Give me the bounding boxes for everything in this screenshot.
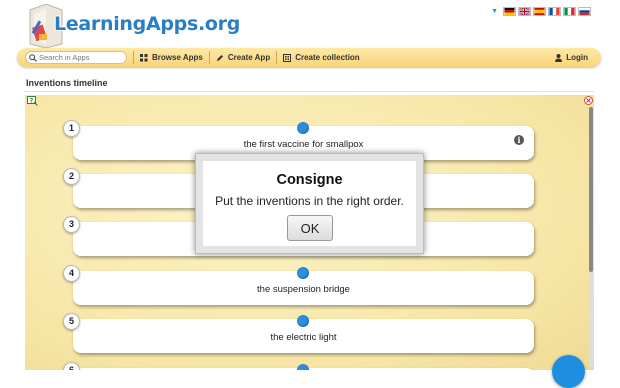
vertical-scrollbar[interactable] [589, 107, 593, 367]
fullscreen-icon[interactable] [584, 96, 593, 105]
collection-icon [283, 53, 292, 62]
flag-gb-icon[interactable] [518, 7, 531, 16]
chevron-down-icon[interactable]: ▼ [491, 8, 498, 15]
item-number-badge: 5 [63, 313, 80, 330]
create-app-link[interactable]: Create App [216, 53, 270, 62]
dialog-body: Consigne Put the inventions in the right… [203, 161, 416, 246]
user-icon [555, 53, 563, 62]
drag-handle[interactable] [297, 267, 309, 279]
search-box[interactable] [25, 51, 127, 64]
drag-handle[interactable] [297, 364, 309, 370]
nav-divider [208, 51, 210, 64]
grid-icon [140, 53, 148, 61]
scrollbar-thumb[interactable] [589, 107, 593, 272]
dialog-title: Consigne [276, 172, 343, 188]
item-label: the suspension bridge [257, 284, 350, 295]
create-collection-label: Create collection [295, 53, 360, 62]
item-number-badge: 1 [63, 120, 80, 137]
pencil-icon [216, 54, 223, 61]
login-label: Login [566, 53, 588, 62]
create-collection-link[interactable]: Create collection [283, 53, 360, 62]
item-number-badge: 6 [63, 362, 80, 370]
flag-de-icon[interactable] [503, 7, 516, 16]
language-selector[interactable]: ▼ [491, 7, 591, 16]
ok-button[interactable]: OK [287, 215, 333, 241]
nav-divider [276, 51, 278, 64]
timeline-item[interactable]: 4 the suspension bridge [63, 265, 534, 305]
help-icon[interactable]: ? [27, 96, 38, 106]
dialog-message: Put the inventions in the right order. [215, 194, 404, 208]
info-icon[interactable]: i [514, 135, 524, 145]
item-label: the first vaccine for smallpox [243, 139, 364, 150]
search-icon [29, 53, 37, 62]
title-divider [24, 91, 595, 92]
item-number-badge: 4 [63, 265, 80, 282]
logo-text: LearningApps.org [54, 13, 241, 35]
logo[interactable]: LearningApps.org [26, 2, 240, 50]
timeline-item[interactable]: 5 the electric light [63, 313, 534, 353]
drag-handle[interactable] [297, 315, 309, 327]
check-answer-button[interactable] [552, 355, 585, 388]
flag-it-icon[interactable] [563, 7, 576, 16]
page-title: Inventions timeline [26, 78, 108, 88]
flag-es-icon[interactable] [533, 7, 546, 16]
item-number-badge: 3 [63, 216, 80, 233]
instruction-dialog: Consigne Put the inventions in the right… [195, 153, 424, 254]
browse-apps-link[interactable]: Browse Apps [140, 53, 203, 62]
flag-fr-icon[interactable] [548, 7, 561, 16]
main-navbar: Browse Apps Create App Create collection… [17, 48, 601, 67]
drag-handle[interactable] [297, 122, 309, 134]
svg-text:?: ? [30, 98, 34, 105]
item-number-badge: 2 [63, 168, 80, 185]
login-link[interactable]: Login [555, 53, 588, 62]
create-app-label: Create App [227, 53, 271, 62]
flag-ru-icon[interactable] [578, 7, 591, 16]
nav-divider [133, 51, 134, 64]
item-label: the electric light [270, 332, 337, 343]
search-input[interactable] [39, 53, 124, 62]
browse-apps-label: Browse Apps [152, 53, 203, 62]
